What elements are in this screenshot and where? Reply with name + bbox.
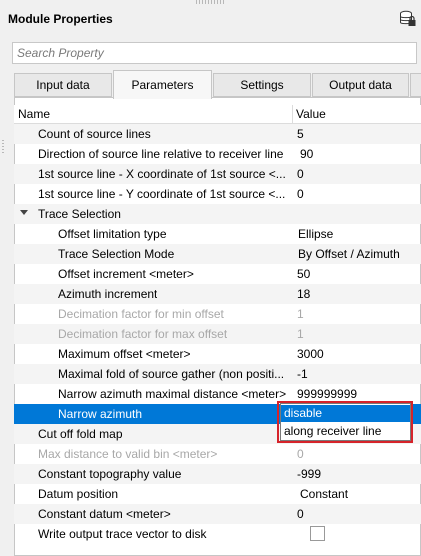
property-value[interactable]: 5 <box>297 127 304 141</box>
property-row[interactable]: Offset increment <meter> 50 <box>14 264 421 284</box>
property-row[interactable]: Write output trace vector to disk <box>14 524 421 544</box>
property-row[interactable]: Constant datum <meter> 0 <box>14 504 421 524</box>
splitter-handle[interactable] <box>2 140 4 154</box>
property-name: Count of source lines <box>38 127 151 141</box>
property-row[interactable]: Azimuth increment 18 <box>14 284 421 304</box>
property-value[interactable]: 999999999 <box>297 387 357 401</box>
tab-overflow[interactable] <box>410 73 421 97</box>
property-name: Write output trace vector to disk <box>38 527 207 541</box>
property-value[interactable]: 0 <box>297 507 304 521</box>
property-name: Decimation factor for min offset <box>58 307 224 321</box>
property-row-disabled: Decimation factor for max offset 1 <box>14 324 421 344</box>
property-row-disabled: Decimation factor for min offset 1 <box>14 304 421 324</box>
search-input[interactable] <box>13 43 416 63</box>
property-value[interactable]: 0 <box>297 187 304 201</box>
group-name: Trace Selection <box>38 207 121 221</box>
column-header-value[interactable]: Value <box>296 107 326 121</box>
property-name: Narrow azimuth <box>58 407 143 421</box>
property-row[interactable]: Narrow azimuth maximal distance <meter> … <box>14 384 421 404</box>
property-row[interactable]: Count of source lines 5 <box>14 124 421 144</box>
property-row-disabled: Max distance to valid bin <meter> 0 <box>14 444 421 464</box>
property-name: Maximal fold of source gather (non posit… <box>58 367 285 381</box>
property-name: Max distance to valid bin <meter> <box>38 447 218 461</box>
property-value[interactable]: 50 <box>297 267 310 281</box>
tab-parameters[interactable]: Parameters <box>113 70 212 99</box>
property-name: Constant datum <meter> <box>38 507 171 521</box>
property-name: 1st source line - Y coordinate of 1st so… <box>38 187 286 201</box>
property-name: Azimuth increment <box>58 287 158 301</box>
write-output-checkbox[interactable] <box>310 526 325 541</box>
column-header-name[interactable]: Name <box>18 107 50 121</box>
property-value[interactable]: Constant <box>300 487 348 501</box>
property-name: Maximum offset <meter> <box>58 347 191 361</box>
tab-bar: Input data Parameters Settings Output da… <box>14 70 421 99</box>
property-value[interactable]: 3000 <box>297 347 324 361</box>
property-row[interactable]: Direction of source line relative to rec… <box>14 144 421 164</box>
property-value[interactable]: Ellipse <box>298 227 333 241</box>
property-name: Offset increment <meter> <box>58 267 194 281</box>
panel-drag-grip[interactable] <box>196 0 226 4</box>
database-lock-icon[interactable] <box>399 10 417 28</box>
property-value[interactable]: By Offset / Azimuth <box>298 247 400 261</box>
window-title: Module Properties <box>8 12 113 26</box>
property-row[interactable]: Maximal fold of source gather (non posit… <box>14 364 421 384</box>
property-row[interactable]: Datum position Constant <box>14 484 421 504</box>
collapse-caret-icon[interactable] <box>20 210 28 215</box>
tab-output-data[interactable]: Output data <box>312 73 409 97</box>
property-value[interactable]: 0 <box>297 167 304 181</box>
property-value: 1 <box>297 307 304 321</box>
property-value[interactable]: -999 <box>297 467 321 481</box>
narrow-azimuth-dropdown-list[interactable]: disable along receiver line <box>280 403 411 441</box>
property-row[interactable]: Offset limitation type Ellipse <box>14 224 421 244</box>
property-value[interactable]: 18 <box>297 287 310 301</box>
property-row[interactable]: 1st source line - Y coordinate of 1st so… <box>14 184 421 204</box>
property-name: Direction of source line relative to rec… <box>38 147 284 161</box>
property-value[interactable]: -1 <box>297 367 308 381</box>
property-name: Narrow azimuth maximal distance <meter> <box>58 387 287 401</box>
property-value[interactable]: 90 <box>300 147 313 161</box>
property-name: Decimation factor for max offset <box>58 327 228 341</box>
property-value: 1 <box>297 327 304 341</box>
property-name: Datum position <box>38 487 119 501</box>
tab-settings[interactable]: Settings <box>213 73 311 97</box>
search-property-field[interactable] <box>12 42 417 64</box>
property-name: Cut off fold map <box>38 427 123 441</box>
group-row-trace-selection[interactable]: Trace Selection <box>14 204 421 224</box>
property-row[interactable]: Maximum offset <meter> 3000 <box>14 344 421 364</box>
property-name: 1st source line - X coordinate of 1st so… <box>38 167 286 181</box>
table-header: Name Value <box>14 105 421 124</box>
property-name: Constant topography value <box>38 467 182 481</box>
property-name: Offset limitation type <box>58 227 167 241</box>
property-row[interactable]: Constant topography value -999 <box>14 464 421 484</box>
property-row[interactable]: 1st source line - X coordinate of 1st so… <box>14 164 421 184</box>
property-name: Trace Selection Mode <box>58 247 175 261</box>
property-row[interactable]: Trace Selection Mode By Offset / Azimuth <box>14 244 421 264</box>
column-divider[interactable] <box>292 105 293 123</box>
property-value: 0 <box>297 447 304 461</box>
dropdown-option-along-receiver-line[interactable]: along receiver line <box>281 423 410 440</box>
tab-input-data[interactable]: Input data <box>14 73 112 97</box>
dropdown-option-disable[interactable]: disable <box>281 405 410 422</box>
